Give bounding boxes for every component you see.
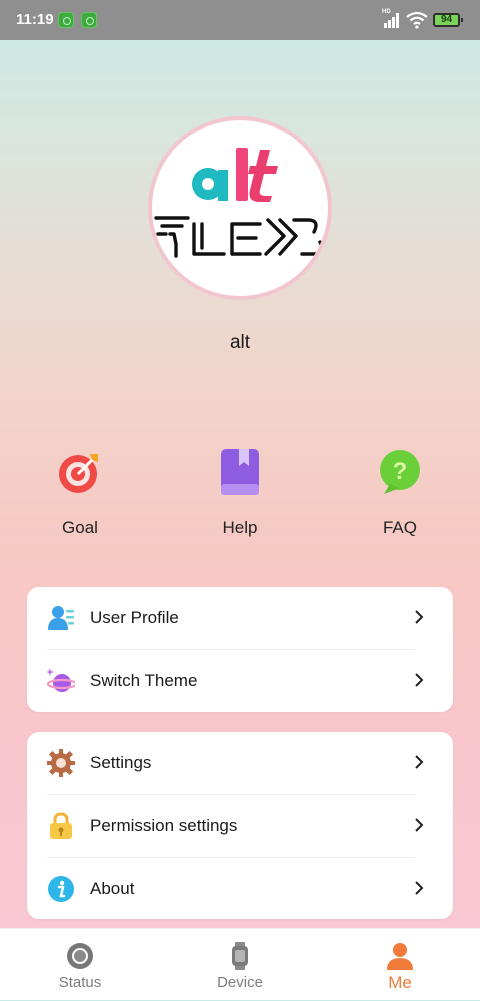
chevron-right-icon [415, 881, 424, 895]
chevron-right-icon [415, 610, 424, 624]
battery-icon: 94 [433, 13, 463, 27]
watch-icon [232, 942, 248, 970]
lock-icon [50, 812, 72, 839]
nav-label: Status [58, 974, 102, 991]
person-icon [387, 943, 413, 970]
row-label: Permission settings [90, 816, 238, 835]
switch-theme-row[interactable]: Switch Theme [27, 650, 453, 712]
username: alt [229, 332, 251, 353]
chevron-right-icon [415, 818, 424, 832]
svg-text:?: ? [393, 458, 408, 485]
nav-tab-device[interactable]: Device [160, 929, 320, 1001]
menu-card-account: User Profile Switch Theme [27, 587, 453, 712]
bottom-navigation: Status Device Me [0, 928, 480, 1000]
nav-tab-me[interactable]: Me [320, 929, 480, 1001]
user-profile-row[interactable]: User Profile [27, 587, 453, 649]
faq-button[interactable]: ? FAQ [350, 446, 450, 546]
quick-action-label: Goal [62, 518, 98, 537]
notification-app-icon [81, 12, 97, 28]
row-label: User Profile [90, 608, 179, 627]
quick-action-label: Help [222, 518, 258, 537]
planet-icon [47, 668, 75, 692]
about-row[interactable]: About [27, 858, 453, 920]
goal-button[interactable]: Goal [30, 446, 130, 546]
book-icon [214, 446, 266, 498]
alt-flex-logo-icon [154, 148, 324, 258]
nav-tab-status[interactable]: Status [0, 929, 160, 1001]
nav-label: Me [388, 973, 412, 992]
chevron-right-icon [415, 673, 424, 687]
settings-row[interactable]: Settings [27, 732, 453, 794]
chevron-right-icon [415, 755, 424, 769]
battery-level: 94 [440, 14, 453, 25]
status-time: 11:19 [16, 11, 54, 28]
row-label: About [90, 879, 135, 898]
nav-label: Device [217, 974, 263, 991]
info-icon [48, 876, 74, 902]
row-label: Settings [90, 753, 152, 772]
status-bar: 11:19 HD 94 [0, 0, 480, 40]
question-bubble-icon: ? [374, 446, 426, 498]
profile-avatar[interactable] [148, 116, 332, 300]
menu-card-system: Settings Permission settings About [27, 732, 453, 919]
permission-settings-row[interactable]: Permission settings [27, 795, 453, 857]
target-icon [54, 446, 106, 498]
signal-icon [382, 12, 402, 28]
gear-icon [47, 749, 75, 777]
row-label: Switch Theme [90, 671, 198, 690]
user-profile-icon [48, 606, 74, 630]
quick-action-label: FAQ [382, 518, 417, 537]
notification-app-icon [58, 12, 74, 28]
wifi-icon [406, 11, 428, 29]
status-ring-icon [67, 943, 93, 969]
help-button[interactable]: Help [190, 446, 290, 546]
